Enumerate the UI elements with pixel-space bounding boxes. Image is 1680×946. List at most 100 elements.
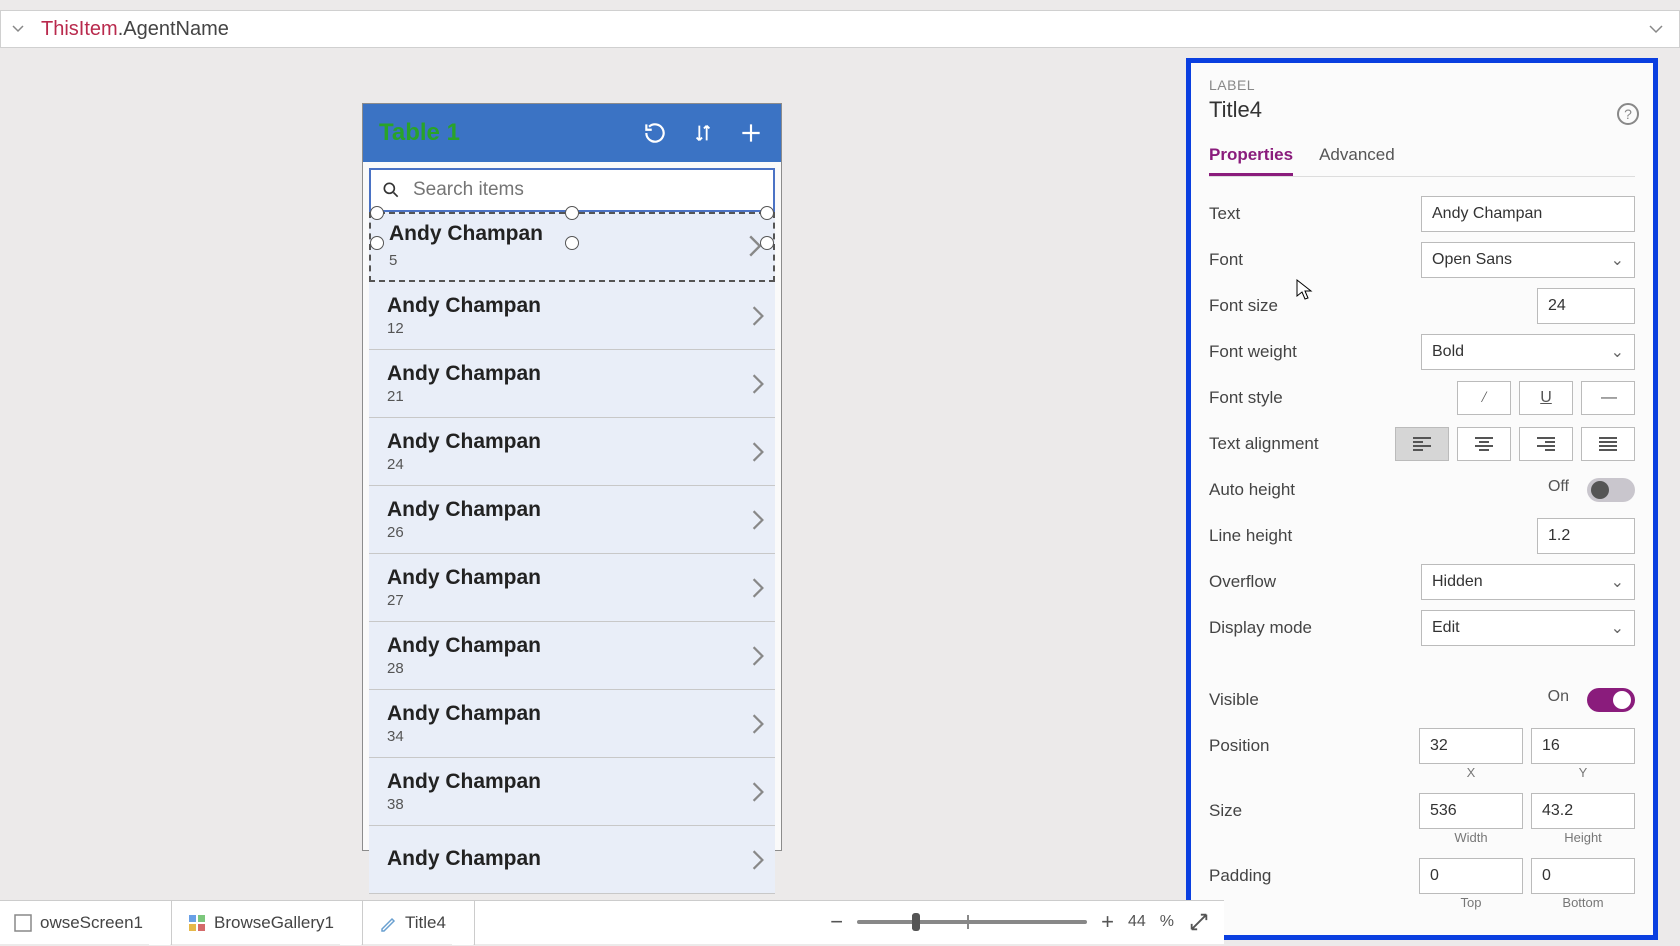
autoheight-state: Off bbox=[1548, 478, 1569, 502]
formula-text[interactable]: ThisItem.AgentName bbox=[27, 18, 229, 41]
search-input[interactable] bbox=[411, 178, 763, 202]
formula-bar: ThisItem.AgentName bbox=[0, 10, 1680, 48]
prop-label-visible: Visible bbox=[1209, 690, 1409, 710]
resize-handle[interactable] bbox=[565, 206, 579, 220]
chevron-down-icon: ⌄ bbox=[1611, 618, 1624, 638]
label-x: X bbox=[1419, 765, 1523, 780]
chevron-right-icon[interactable] bbox=[751, 509, 765, 531]
item-title: Andy Champan bbox=[387, 294, 751, 318]
breadcrumb-gallery[interactable]: BrowseGallery1 bbox=[174, 901, 353, 945]
position-y-input[interactable] bbox=[1531, 728, 1635, 764]
chevron-right-icon[interactable] bbox=[751, 441, 765, 463]
zoom-in-button[interactable]: + bbox=[1101, 909, 1114, 935]
italic-button[interactable]: / bbox=[1457, 381, 1511, 415]
edit-icon bbox=[379, 914, 397, 932]
chevron-right-icon[interactable] bbox=[751, 849, 765, 871]
add-icon[interactable] bbox=[737, 119, 765, 147]
search-icon bbox=[381, 180, 401, 200]
fontweight-select[interactable]: Bold⌄ bbox=[1421, 334, 1635, 370]
item-title: Andy Champan bbox=[387, 634, 751, 658]
chevron-right-icon[interactable] bbox=[751, 577, 765, 599]
zoom-percent: % bbox=[1160, 913, 1174, 931]
item-title: Andy Champan bbox=[387, 770, 751, 794]
app-header: Table 1 bbox=[363, 104, 781, 162]
padding-bottom-input[interactable] bbox=[1531, 858, 1635, 894]
gallery-item[interactable]: Andy Champan27 bbox=[369, 554, 775, 622]
padding-top-input[interactable] bbox=[1419, 858, 1523, 894]
app-preview: Table 1 Andy Champan 5 bbox=[362, 103, 782, 851]
visible-toggle[interactable] bbox=[1587, 688, 1635, 712]
item-title: Andy Champan bbox=[387, 566, 751, 590]
formula-dropdown-icon[interactable] bbox=[9, 20, 27, 38]
properties-list: Text Font Open Sans⌄ Font size Font weig… bbox=[1209, 191, 1635, 946]
prop-label-padding: Padding bbox=[1209, 866, 1409, 886]
align-left-button[interactable] bbox=[1395, 427, 1449, 461]
refresh-icon[interactable] bbox=[641, 119, 669, 147]
gallery-item[interactable]: Andy Champan 26 bbox=[369, 486, 775, 554]
resize-handle[interactable] bbox=[370, 206, 384, 220]
tab-advanced[interactable]: Advanced bbox=[1319, 137, 1395, 176]
underline-button[interactable]: U bbox=[1519, 381, 1573, 415]
gallery-item[interactable]: Andy Champan34 bbox=[369, 690, 775, 758]
label-height: Height bbox=[1531, 830, 1635, 845]
item-title: Andy Champan bbox=[387, 498, 751, 522]
gallery-item[interactable]: Andy Champan bbox=[369, 826, 775, 894]
help-icon[interactable]: ? bbox=[1617, 103, 1639, 125]
overflow-select[interactable]: Hidden⌄ bbox=[1421, 564, 1635, 600]
gallery-item[interactable]: Andy Champan24 bbox=[369, 418, 775, 486]
resize-handle[interactable] bbox=[760, 206, 774, 220]
lineheight-input[interactable] bbox=[1537, 518, 1635, 554]
prop-label-fontsize: Font size bbox=[1209, 296, 1409, 316]
chevron-right-icon[interactable] bbox=[751, 713, 765, 735]
chevron-right-icon[interactable] bbox=[751, 373, 765, 395]
breadcrumb-screen[interactable]: owseScreen1 bbox=[0, 901, 162, 945]
align-justify-button[interactable] bbox=[1581, 427, 1635, 461]
fit-to-window-icon[interactable] bbox=[1188, 911, 1210, 933]
chevron-right-icon[interactable] bbox=[751, 781, 765, 803]
formula-expand-icon[interactable] bbox=[1649, 25, 1679, 34]
resize-handle[interactable] bbox=[760, 236, 774, 250]
gallery-item[interactable]: Andy Champan12 bbox=[369, 282, 775, 350]
resize-handle[interactable] bbox=[370, 236, 384, 250]
screen-icon bbox=[14, 914, 32, 932]
gallery-item[interactable]: Andy Champan28 bbox=[369, 622, 775, 690]
sort-icon[interactable] bbox=[689, 119, 717, 147]
prop-label-font: Font bbox=[1209, 250, 1409, 270]
prop-label-fontweight: Font weight bbox=[1209, 342, 1409, 362]
position-x-input[interactable] bbox=[1419, 728, 1523, 764]
align-center-button[interactable] bbox=[1457, 427, 1511, 461]
selected-gallery-item[interactable]: Andy Champan 5 bbox=[369, 212, 775, 282]
zoom-slider[interactable] bbox=[857, 920, 1087, 924]
label-y: Y bbox=[1531, 765, 1635, 780]
chevron-right-icon[interactable] bbox=[751, 305, 765, 327]
fontsize-input[interactable] bbox=[1537, 288, 1635, 324]
text-input[interactable] bbox=[1421, 196, 1635, 232]
chevron-down-icon: ⌄ bbox=[1611, 572, 1624, 592]
item-title: Andy Champan bbox=[387, 847, 751, 871]
displaymode-select[interactable]: Edit⌄ bbox=[1421, 610, 1635, 646]
size-width-input[interactable] bbox=[1419, 793, 1523, 829]
tab-properties[interactable]: Properties bbox=[1209, 137, 1293, 176]
zoom-out-button[interactable]: − bbox=[830, 909, 843, 935]
align-right-button[interactable] bbox=[1519, 427, 1573, 461]
zoom-value: 44 bbox=[1128, 913, 1146, 931]
panel-tabs: Properties Advanced bbox=[1209, 137, 1635, 177]
gallery-icon bbox=[188, 914, 206, 932]
prop-label-size: Size bbox=[1209, 801, 1409, 821]
item-title: Andy Champan bbox=[387, 362, 751, 386]
formula-property: .AgentName bbox=[118, 18, 229, 40]
item-subtitle: 26 bbox=[387, 524, 751, 541]
size-height-input[interactable] bbox=[1531, 793, 1635, 829]
breadcrumb-control[interactable]: Title4 bbox=[365, 901, 465, 945]
strikethrough-button[interactable]: — bbox=[1581, 381, 1635, 415]
resize-handle[interactable] bbox=[565, 236, 579, 250]
item-subtitle: 21 bbox=[387, 388, 751, 405]
zoom-controls: − + 44 % bbox=[830, 900, 1210, 944]
autoheight-toggle[interactable] bbox=[1587, 478, 1635, 502]
font-select[interactable]: Open Sans⌄ bbox=[1421, 242, 1635, 278]
gallery-item[interactable]: Andy Champan 21 bbox=[369, 350, 775, 418]
chevron-right-icon[interactable] bbox=[751, 645, 765, 667]
zoom-slider-knob[interactable] bbox=[912, 913, 920, 931]
gallery-item[interactable]: Andy Champan38 bbox=[369, 758, 775, 826]
prop-label-textalign: Text alignment bbox=[1209, 434, 1395, 454]
